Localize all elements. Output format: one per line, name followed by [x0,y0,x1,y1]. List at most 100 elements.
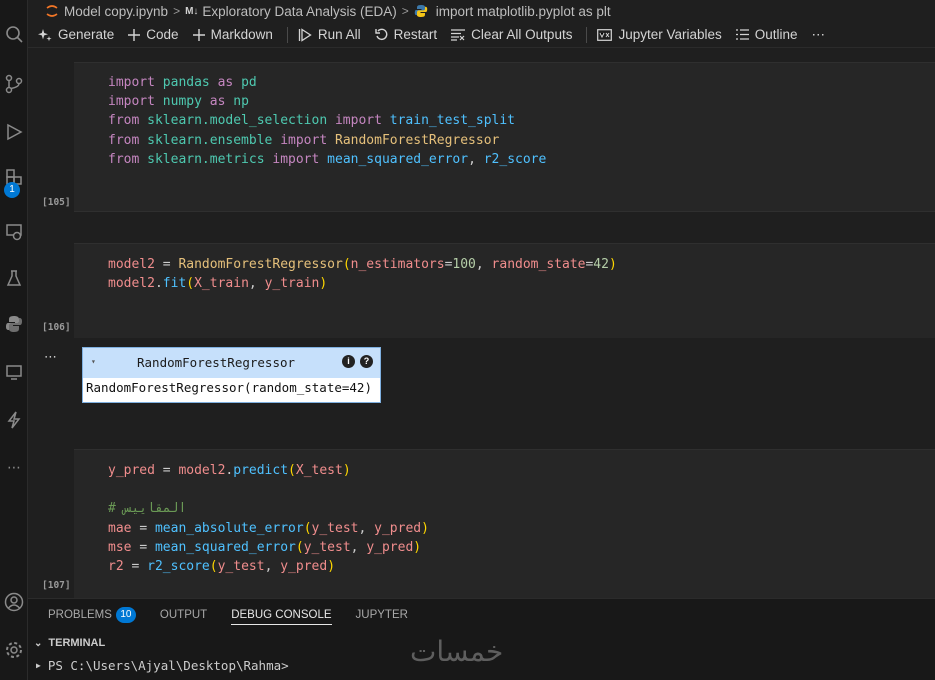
estimator-widget-header[interactable]: ▾ RandomForestRegressor i ? [83,348,380,378]
run-all-button[interactable]: Run All [298,27,361,42]
execution-count: [106] [42,322,71,333]
breadcrumb-cell[interactable]: import matplotlib.pyplot as plt [414,4,611,19]
watermark-logo: خمسات [410,635,504,668]
sparkle-icon [38,28,52,42]
breadcrumb-section[interactable]: M↓ Exploratory Data Analysis (EDA) [185,4,397,19]
jupyter-variables-label: Jupyter Variables [618,27,722,42]
cell-source[interactable]: model2 = RandomForestRegressor(n_estimat… [108,255,617,293]
lightning-icon[interactable] [0,406,28,434]
plus-icon [192,28,205,41]
restart-button[interactable]: Restart [374,27,438,42]
clear-all-outputs-label: Clear All Outputs [471,27,573,42]
activity-bar: 1 ⋯ [0,0,28,680]
jupyter-icon [46,5,58,17]
chevron-down-icon: ⌄ [34,637,43,649]
restart-label: Restart [393,27,438,42]
code-line: from sklearn.ensemble import RandomFores… [108,132,500,148]
python-file-icon [414,5,427,17]
code-line: from sklearn.model_selection import trai… [108,113,516,129]
add-markdown-label: Markdown [210,27,273,42]
python-icon[interactable] [0,310,28,338]
code-line: model2 = RandomForestRegressor(n_estimat… [108,257,617,272]
bottom-panel: PROBLEMS 10 OUTPUT DEBUG CONSOLE JUPYTER… [28,598,935,680]
tab-jupyter-label: JUPYTER [355,609,408,621]
more-actions-icon: ⋯ [811,26,826,42]
tab-jupyter[interactable]: JUPYTER [356,609,408,624]
execution-count: [107] [42,580,71,591]
more-icon[interactable]: ⋯ [0,454,28,482]
code-line: mae = mean_absolute_error(y_test, y_pred… [108,520,429,536]
outline-label: Outline [754,27,798,42]
run-debug-icon[interactable] [0,118,28,146]
breadcrumb-cell-label: import matplotlib.pyplot as plt [435,3,611,19]
code-line: # المقاييس [108,501,187,517]
toolbar-divider [586,26,588,43]
plus-icon [128,28,141,41]
generate-button[interactable]: Generate [38,27,114,42]
extensions-badge: 1 [4,182,20,198]
output-more-icon[interactable]: ⋯ [44,350,58,365]
breadcrumb-file-label: Model copy.ipynb [64,3,169,19]
tab-problems[interactable]: PROBLEMS 10 [48,607,136,626]
code-line: r2 = r2_score(y_test, y_pred) [108,559,336,575]
cell-source[interactable]: import pandas as pd import numpy as np fro… [108,73,546,169]
notebook-toolbar: Generate Code Markdown Run All Restart C… [28,22,935,48]
markdown-icon: M↓ [185,5,199,17]
code-cell[interactable]: y_pred = model2.predict(X_test) # المقاي… [74,449,935,598]
execution-count: [105] [42,197,71,208]
run-all-label: Run All [317,27,361,42]
account-icon[interactable] [0,588,28,616]
code-line: import pandas as pd [108,75,257,90]
code-line: y_pred = model2.predict(X_test) [108,463,351,478]
source-control-icon[interactable] [0,70,28,98]
problems-count-badge: 10 [115,607,136,623]
breadcrumb-file[interactable]: Model copy.ipynb [46,4,168,19]
help-icon[interactable]: ? [360,355,373,368]
tab-output-label: OUTPUT [159,609,208,621]
settings-icon[interactable] [0,636,28,664]
more-actions-button[interactable]: ⋯ [812,27,826,43]
info-icon[interactable]: i [342,355,355,368]
estimator-repr: RandomForestRegressor(random_state=42) [86,380,372,395]
breadcrumb-section-label: Exploratory Data Analysis (EDA) [202,3,397,19]
tab-debug-console[interactable]: DEBUG CONSOLE [231,608,332,625]
remote-explorer-icon[interactable] [0,218,28,246]
testing-icon[interactable] [0,264,28,292]
terminal-section-header[interactable]: ⌄ TERMINAL [34,637,105,649]
chevron-right-icon: > [173,4,181,18]
outline-icon [735,29,749,40]
add-code-button[interactable]: Code [128,27,179,42]
add-markdown-button[interactable]: Markdown [192,27,273,42]
outline-button[interactable]: Outline [735,27,798,42]
notebook-editor: import pandas as pd import numpy as np fro… [28,48,935,598]
monitor-icon[interactable] [0,358,28,386]
variables-icon [597,28,613,41]
estimator-widget[interactable]: ▾ RandomForestRegressor i ? RandomForest… [82,347,381,403]
code-line: model2.fit(X_train, y_train) [108,276,328,292]
caret-down-icon[interactable]: ▾ [91,357,96,366]
terminal-label: TERMINAL [48,637,106,649]
run-all-icon [298,27,312,42]
code-line: mse = mean_squared_error(y_test, y_pred) [108,539,422,555]
code-cell[interactable]: import pandas as pd import numpy as np fro… [74,62,935,212]
search-icon[interactable] [0,20,28,48]
chevron-right-icon: ▶ [36,661,41,670]
cell-source[interactable]: y_pred = model2.predict(X_test) # المقاي… [108,461,429,576]
code-line: import numpy as np [108,94,249,110]
clear-all-icon [451,28,466,41]
code-cell[interactable]: model2 = RandomForestRegressor(n_estimat… [74,243,935,339]
tab-debug-console-label: DEBUG CONSOLE [231,608,332,621]
generate-label: Generate [58,27,115,42]
clear-all-outputs-button[interactable]: Clear All Outputs [451,27,572,42]
terminal-prompt: PS C:\Users\Ajyal\Desktop\Rahma> [47,658,289,673]
tab-problems-label: PROBLEMS [48,609,112,621]
chevron-right-icon: > [401,4,409,18]
code-line: from sklearn.metrics import mean_squared… [108,151,547,167]
tab-output[interactable]: OUTPUT [160,609,207,624]
terminal-line[interactable]: ▶ PS C:\Users\Ajyal\Desktop\Rahma> [36,658,289,673]
breadcrumb: Model copy.ipynb > M↓ Exploratory Data A… [28,0,935,22]
restart-icon [374,28,388,41]
jupyter-variables-button[interactable]: Jupyter Variables [597,27,722,42]
panel-tabs: PROBLEMS 10 OUTPUT DEBUG CONSOLE JUPYTER [48,607,432,626]
